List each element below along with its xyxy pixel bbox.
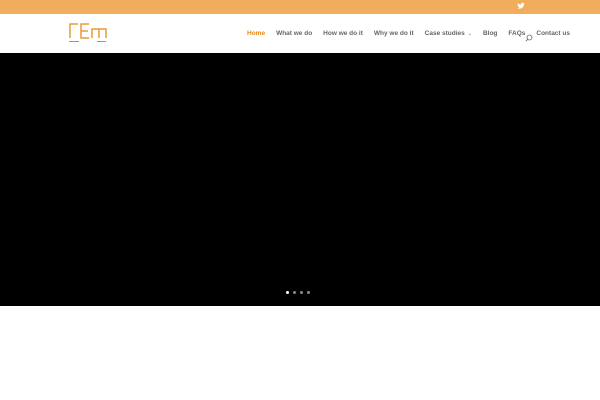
- slider-dot-2[interactable]: [293, 291, 296, 294]
- logo[interactable]: [68, 20, 110, 50]
- slider-dot-1[interactable]: [286, 291, 289, 294]
- nav-blog[interactable]: Blog: [483, 30, 497, 37]
- nav-what-we-do[interactable]: What we do: [276, 30, 312, 37]
- slider-pagination: [286, 291, 310, 294]
- slider-dot-4[interactable]: [307, 291, 310, 294]
- twitter-icon[interactable]: [517, 2, 525, 10]
- nav-case-studies-label: Case studies: [424, 30, 465, 37]
- site-header: Home What we do How we do it Why we do i…: [0, 14, 600, 53]
- top-bar: [0, 0, 600, 14]
- search-icon[interactable]: [525, 29, 533, 42]
- nav-how-we-do-it[interactable]: How we do it: [323, 30, 363, 37]
- nav-contact-us[interactable]: Contact us: [536, 30, 570, 37]
- nav-case-studies[interactable]: Case studies ⌄: [425, 30, 472, 37]
- nav-home[interactable]: Home: [247, 30, 265, 37]
- chevron-down-icon: ⌄: [467, 31, 472, 37]
- hero-slider: [0, 53, 600, 306]
- nav-why-we-do-it[interactable]: Why we do it: [374, 30, 414, 37]
- nav-faqs[interactable]: FAQs: [508, 30, 525, 37]
- slider-dot-3[interactable]: [300, 291, 303, 294]
